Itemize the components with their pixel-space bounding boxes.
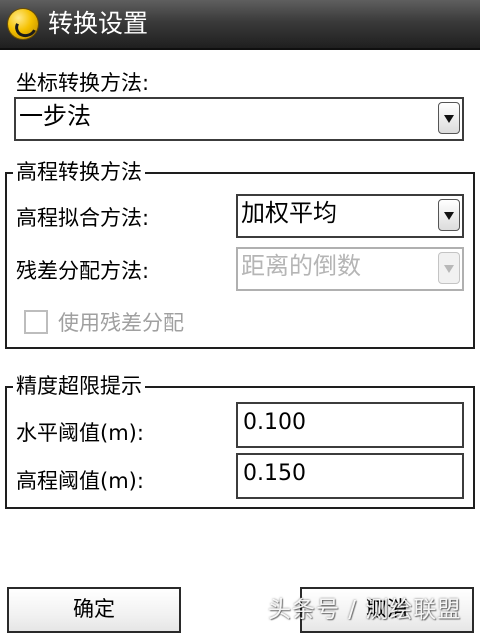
conversion-settings-window: 转换设置 坐标转换方法: 一步法 高程转换方法 高程拟合方法: 加权平均 残差分… (0, 0, 480, 640)
elevation-group-title: 高程转换方法 (13, 159, 145, 185)
dropdown-arrow-icon (444, 265, 454, 273)
horizontal-threshold-label: 水平阈值(m): (16, 421, 144, 445)
ok-button[interactable]: 确定 (7, 587, 181, 633)
coordinate-method-dropdown-button[interactable] (438, 102, 460, 134)
watermark-text: 头条号 / 测绘联盟 (268, 597, 462, 623)
title-bar: 转换设置 (0, 0, 480, 50)
horizontal-threshold-input[interactable]: 0.100 (236, 402, 464, 448)
elevation-fit-label: 高程拟合方法: (16, 206, 150, 230)
window-title: 转换设置 (48, 9, 149, 38)
app-logo-icon (8, 9, 38, 39)
precision-group-title: 精度超限提示 (13, 373, 145, 399)
residual-method-select: 距离的倒数 (236, 247, 464, 291)
elevation-fit-value: 加权平均 (241, 199, 337, 227)
elevation-fit-dropdown-button[interactable] (438, 199, 460, 231)
dropdown-arrow-icon (444, 212, 454, 220)
residual-method-value: 距离的倒数 (241, 252, 361, 280)
coordinate-method-select[interactable]: 一步法 (14, 97, 464, 141)
residual-method-label: 残差分配方法: (16, 259, 150, 283)
use-residual-label: 使用残差分配 (58, 311, 184, 335)
use-residual-checkbox[interactable] (24, 310, 48, 334)
residual-method-dropdown-button (438, 252, 460, 284)
elevation-threshold-label: 高程阈值(m): (16, 469, 144, 493)
dropdown-arrow-icon (444, 115, 454, 123)
coordinate-method-value: 一步法 (19, 102, 91, 130)
elevation-threshold-input[interactable]: 0.150 (236, 453, 464, 499)
elevation-fit-select[interactable]: 加权平均 (236, 194, 464, 238)
coordinate-method-label: 坐标转换方法: (16, 71, 150, 95)
